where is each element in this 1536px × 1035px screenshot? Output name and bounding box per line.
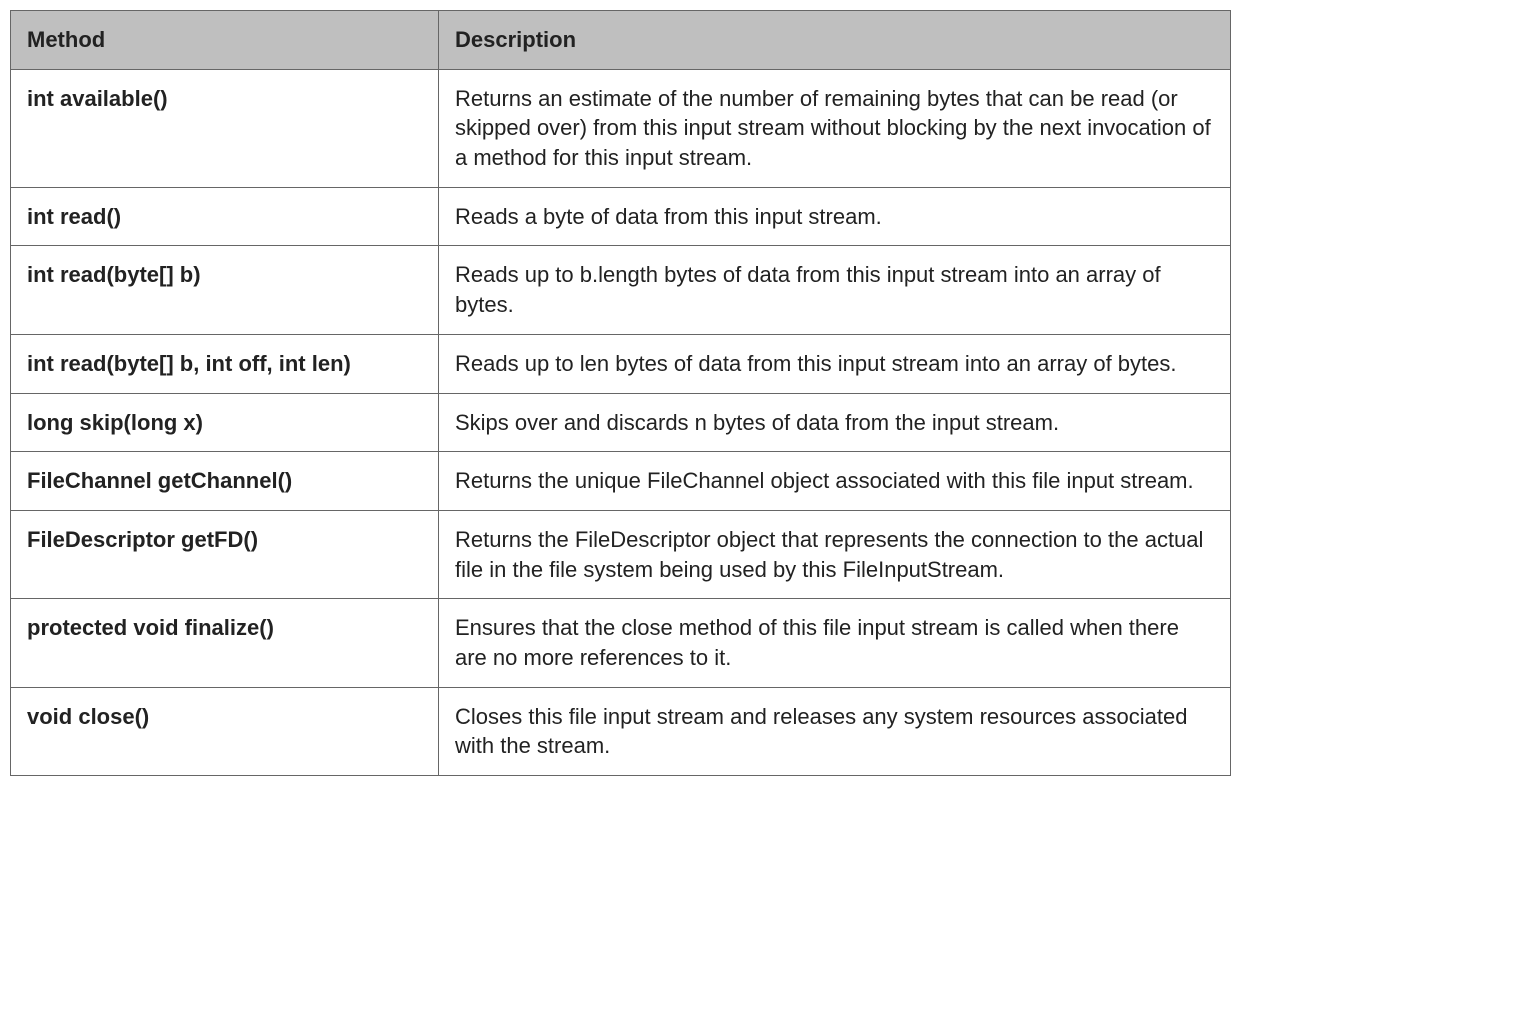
description-cell: Returns the unique FileChannel object as… (439, 452, 1231, 511)
description-cell: Reads a byte of data from this input str… (439, 187, 1231, 246)
methods-table: Method Description int available() Retur… (10, 10, 1231, 776)
table-row: int read(byte[] b, int off, int len) Rea… (11, 334, 1231, 393)
description-cell: Returns the FileDescriptor object that r… (439, 510, 1231, 598)
table-header-row: Method Description (11, 11, 1231, 70)
description-cell: Reads up to b.length bytes of data from … (439, 246, 1231, 334)
table-row: int read() Reads a byte of data from thi… (11, 187, 1231, 246)
method-cell: int read(byte[] b) (11, 246, 439, 334)
method-cell: FileDescriptor getFD() (11, 510, 439, 598)
table-row: void close() Closes this file input stre… (11, 687, 1231, 775)
description-cell: Returns an estimate of the number of rem… (439, 69, 1231, 187)
table-row: FileChannel getChannel() Returns the uni… (11, 452, 1231, 511)
method-cell: long skip(long x) (11, 393, 439, 452)
header-description: Description (439, 11, 1231, 70)
table-row: long skip(long x) Skips over and discard… (11, 393, 1231, 452)
method-cell: protected void finalize() (11, 599, 439, 687)
method-cell: int read(byte[] b, int off, int len) (11, 334, 439, 393)
method-cell: int read() (11, 187, 439, 246)
table-row: FileDescriptor getFD() Returns the FileD… (11, 510, 1231, 598)
description-cell: Closes this file input stream and releas… (439, 687, 1231, 775)
table-row: protected void finalize() Ensures that t… (11, 599, 1231, 687)
table-row: int read(byte[] b) Reads up to b.length … (11, 246, 1231, 334)
header-method: Method (11, 11, 439, 70)
description-cell: Ensures that the close method of this fi… (439, 599, 1231, 687)
method-cell: FileChannel getChannel() (11, 452, 439, 511)
description-cell: Reads up to len bytes of data from this … (439, 334, 1231, 393)
method-cell: void close() (11, 687, 439, 775)
description-cell: Skips over and discards n bytes of data … (439, 393, 1231, 452)
table-row: int available() Returns an estimate of t… (11, 69, 1231, 187)
method-cell: int available() (11, 69, 439, 187)
